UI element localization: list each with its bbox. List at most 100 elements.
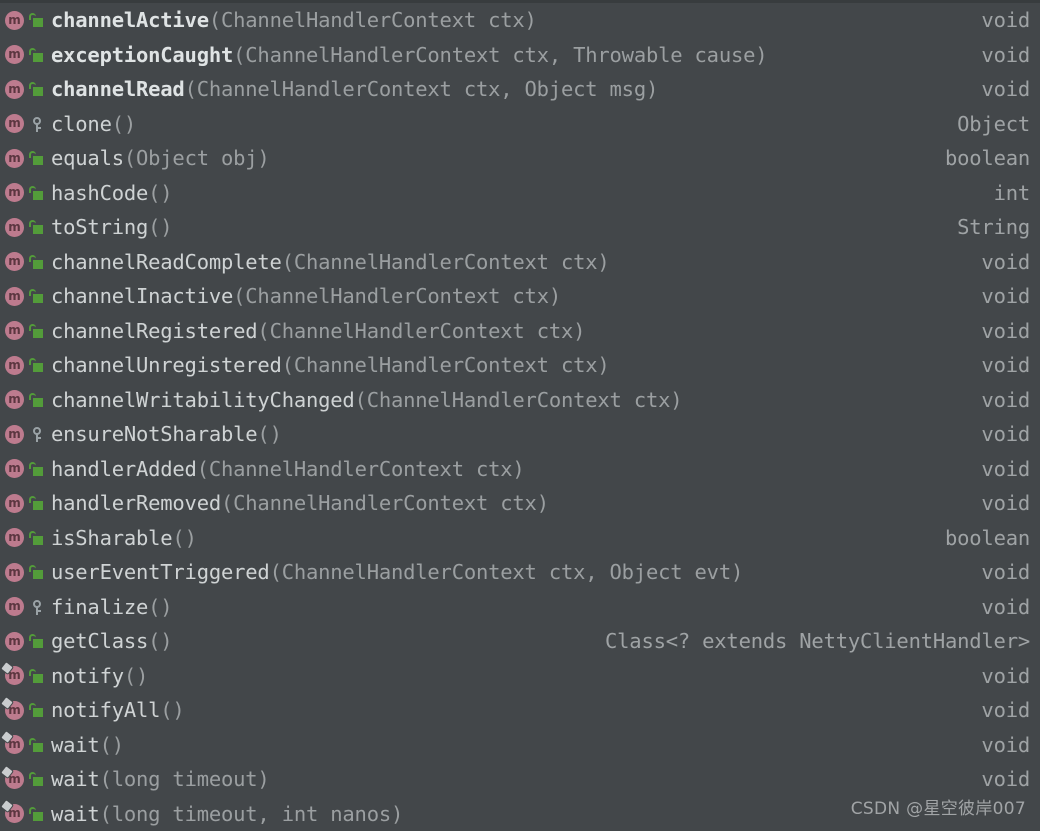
row-icons: m: [4, 458, 45, 479]
public-padlock-icon: [29, 563, 45, 581]
method-list-item[interactable]: m channelRead(ChannelHandlerContext ctx, …: [0, 72, 1040, 107]
method-list-item[interactable]: m equals(Object obj) boolean: [0, 141, 1040, 176]
method-signature: wait(long timeout): [51, 767, 270, 791]
method-list-item[interactable]: m channelActive(ChannelHandlerContext ctx…: [0, 3, 1040, 38]
padlock-icon-body: [33, 87, 43, 97]
method-icon: m: [1, 697, 25, 721]
method-icon: m: [1, 731, 25, 755]
method-signature: notifyAll(): [51, 698, 185, 722]
row-icons: m: [4, 113, 45, 134]
method-name: notifyAll: [51, 698, 161, 723]
method-list-item[interactable]: m getClass() Class<? extends NettyClientHa…: [0, 624, 1040, 659]
method-signature: notify(): [51, 664, 148, 688]
method-list-item[interactable]: m notify() void: [0, 659, 1040, 694]
padlock-icon-body: [33, 363, 43, 373]
method-list-item[interactable]: m exceptionCaught(ChannelHandlerContext c…: [0, 38, 1040, 73]
method-parameters: (): [148, 594, 173, 619]
public-padlock-icon: [29, 667, 45, 685]
method-return-type: Object: [957, 111, 1030, 136]
method-name: isSharable: [51, 525, 173, 550]
padlock-icon-body: [33, 18, 43, 28]
method-icon-glyph: m: [8, 530, 21, 545]
method-list-item[interactable]: m wait() void: [0, 728, 1040, 763]
method-return-type: void: [981, 491, 1030, 516]
method-name: channelUnregistered: [51, 353, 282, 378]
public-padlock-icon: [29, 218, 45, 236]
method-signature: channelRegistered(ChannelHandlerContext …: [51, 319, 585, 343]
public-padlock-icon: [29, 805, 45, 823]
method-icon: m: [4, 389, 25, 410]
row-icons: m: [4, 320, 45, 341]
row-icons: m: [4, 562, 45, 583]
method-name: handlerAdded: [51, 456, 197, 481]
method-list-item[interactable]: m ensureNotSharable() void: [0, 417, 1040, 452]
public-padlock-icon: [29, 287, 45, 305]
method-icon: m: [4, 113, 25, 134]
method-parameters: (ChannelHandlerContext ctx): [257, 318, 586, 343]
method-list-item[interactable]: m channelWritabilityChanged(ChannelHandle…: [0, 383, 1040, 418]
method-icon: m: [4, 631, 25, 652]
method-signature: userEventTriggered(ChannelHandlerContext…: [51, 560, 743, 584]
method-signature: hashCode(): [51, 181, 172, 205]
method-signature: clone(): [51, 112, 136, 136]
method-list[interactable]: m channelActive(ChannelHandlerContext ctx…: [0, 3, 1040, 831]
method-list-item[interactable]: m wait(long timeout) void: [0, 762, 1040, 797]
row-icons: m: [4, 596, 45, 617]
method-parameters: (Object obj): [123, 146, 270, 171]
method-signature: finalize(): [51, 595, 172, 619]
method-icon-glyph: m: [8, 219, 21, 234]
method-name: channelReadComplete: [51, 249, 282, 274]
method-signature: handlerRemoved(ChannelHandlerContext ctx…: [51, 491, 549, 515]
method-icon: m: [4, 79, 25, 100]
padlock-icon-body: [33, 397, 43, 407]
method-parameters: (): [111, 111, 137, 136]
method-list-item[interactable]: m channelInactive(ChannelHandlerContext c…: [0, 279, 1040, 314]
method-list-item[interactable]: m notifyAll() void: [0, 693, 1040, 728]
method-signature: ensureNotSharable(): [51, 422, 282, 446]
method-icon: m: [1, 662, 25, 686]
method-return-type: void: [981, 249, 1030, 274]
method-list-item[interactable]: m channelReadComplete(ChannelHandlerConte…: [0, 245, 1040, 280]
method-icon: m: [4, 493, 25, 514]
method-list-item[interactable]: m wait(long timeout, int nanos): [0, 797, 1040, 831]
method-name: channelWritabilityChanged: [51, 387, 355, 412]
row-icons: m: [1, 697, 45, 721]
method-return-type: void: [981, 77, 1030, 102]
method-parameters: (ChannelHandlerContext ctx): [233, 284, 561, 309]
method-list-item[interactable]: m clone() Object: [0, 107, 1040, 142]
method-list-item[interactable]: m channelRegistered(ChannelHandlerContext…: [0, 314, 1040, 349]
method-signature: equals(Object obj): [51, 146, 270, 170]
method-signature: channelReadComplete(ChannelHandlerContex…: [51, 250, 610, 274]
method-parameters: (): [148, 180, 173, 205]
method-icon: m: [4, 217, 25, 238]
method-return-type: boolean: [945, 146, 1030, 171]
public-padlock-icon: [29, 149, 45, 167]
method-signature: exceptionCaught(ChannelHandlerContext ct…: [51, 43, 767, 67]
method-icon: m: [4, 424, 25, 445]
method-return-type: void: [981, 8, 1030, 33]
row-icons: m: [4, 148, 45, 169]
method-list-item[interactable]: m hashCode() int: [0, 176, 1040, 211]
public-padlock-icon: [29, 11, 45, 29]
row-icons: m: [4, 527, 45, 548]
method-list-item[interactable]: m isSharable() boolean: [0, 521, 1040, 556]
method-name: handlerRemoved: [51, 491, 221, 516]
method-name: userEventTriggered: [51, 560, 270, 585]
method-list-item[interactable]: m toString() String: [0, 210, 1040, 245]
method-icon: m: [4, 286, 25, 307]
method-list-item[interactable]: m handlerRemoved(ChannelHandlerContext ct…: [0, 486, 1040, 521]
method-parameters: (): [148, 215, 173, 240]
method-signature: channelRead(ChannelHandlerContext ctx, O…: [51, 77, 658, 101]
method-list-item[interactable]: m channelUnregistered(ChannelHandlerConte…: [0, 348, 1040, 383]
method-list-item[interactable]: m userEventTriggered(ChannelHandlerContex…: [0, 555, 1040, 590]
public-padlock-icon: [29, 736, 45, 754]
method-list-item[interactable]: m finalize() void: [0, 590, 1040, 625]
padlock-icon-body: [33, 501, 43, 511]
method-parameters: (long timeout, int nanos): [99, 801, 404, 826]
method-list-item[interactable]: m handlerAdded(ChannelHandlerContext ctx)…: [0, 452, 1040, 487]
method-icon-glyph: m: [8, 564, 21, 579]
method-icon-glyph: m: [8, 288, 21, 303]
method-parameters: (ChannelHandlerContext ctx): [281, 353, 610, 378]
method-return-type: void: [981, 353, 1030, 378]
method-icon: m: [4, 320, 25, 341]
